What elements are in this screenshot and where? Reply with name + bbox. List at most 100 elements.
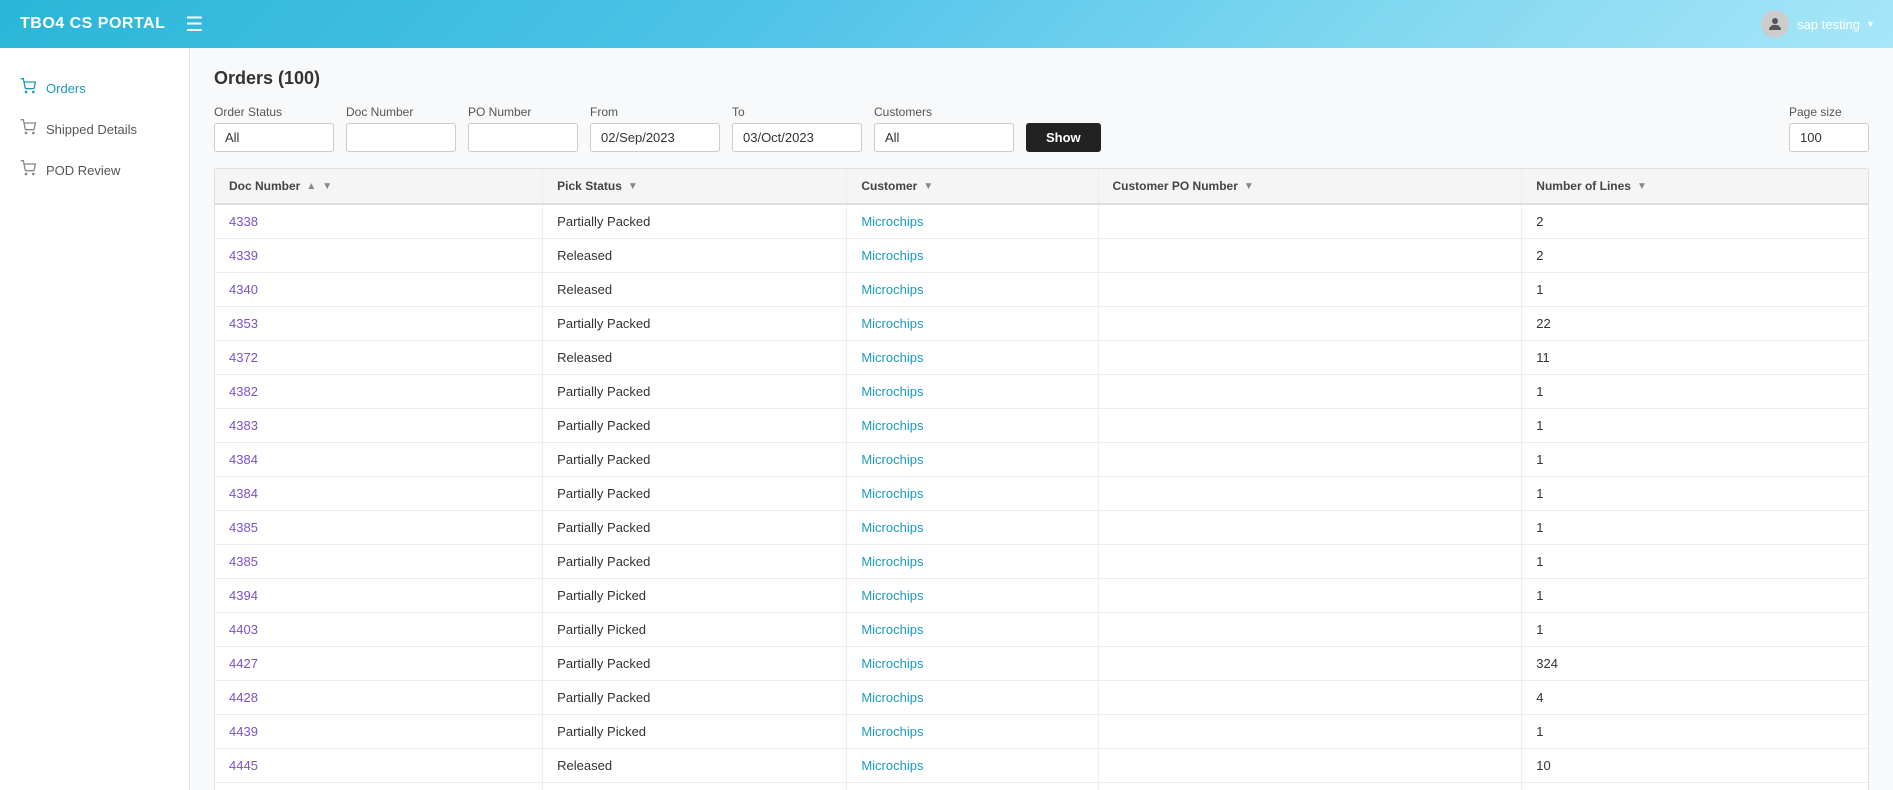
content-area: Orders (100) Order Status Doc Number PO …: [190, 48, 1893, 790]
doc-number-link[interactable]: 4403: [229, 622, 258, 637]
doc-number-link[interactable]: 4372: [229, 350, 258, 365]
col-num-lines: Number of Lines ▼: [1522, 169, 1868, 204]
sidebar-item-shipped-details[interactable]: Shipped Details: [0, 109, 189, 150]
cell-num-lines: 4: [1522, 681, 1868, 715]
cell-pick-status: Partially Packed: [543, 783, 847, 790]
shipped-cart-icon: [20, 119, 36, 140]
doc-number-link[interactable]: 4384: [229, 452, 258, 467]
cell-num-lines: 10: [1522, 749, 1868, 783]
doc-number-link[interactable]: 4428: [229, 690, 258, 705]
cell-pick-status: Released: [543, 341, 847, 375]
doc-number-link[interactable]: 4445: [229, 758, 258, 773]
order-status-label: Order Status: [214, 105, 334, 119]
cell-customer: Microchips: [847, 783, 1098, 790]
cell-customer: Microchips: [847, 477, 1098, 511]
cell-doc-number: 4338: [215, 204, 543, 239]
cell-customer-po: [1098, 579, 1522, 613]
table-row: 4394 Partially Picked Microchips 1: [215, 579, 1868, 613]
cell-customer-po: [1098, 307, 1522, 341]
doc-number-link[interactable]: 4382: [229, 384, 258, 399]
table-row: 4382 Partially Packed Microchips 1: [215, 375, 1868, 409]
cell-customer-po: [1098, 239, 1522, 273]
doc-number-filter: Doc Number: [346, 105, 456, 152]
cell-customer-po: [1098, 477, 1522, 511]
cell-customer: Microchips: [847, 239, 1098, 273]
cell-num-lines: 2: [1522, 239, 1868, 273]
cell-pick-status: Released: [543, 239, 847, 273]
to-input[interactable]: [732, 123, 862, 152]
table-row: 4338 Partially Packed Microchips 2: [215, 204, 1868, 239]
col-doc-number: Doc Number ▲ ▼: [215, 169, 543, 204]
cell-pick-status: Partially Packed: [543, 647, 847, 681]
sidebar-item-pod-review[interactable]: POD Review: [0, 150, 189, 191]
col-doc-number-label: Doc Number: [229, 179, 300, 193]
doc-number-link[interactable]: 4394: [229, 588, 258, 603]
doc-number-link[interactable]: 4439: [229, 724, 258, 739]
cell-customer: Microchips: [847, 204, 1098, 239]
cell-pick-status: Partially Packed: [543, 307, 847, 341]
doc-number-link[interactable]: 4340: [229, 282, 258, 297]
po-number-input[interactable]: [468, 123, 578, 152]
table-row: 4384 Partially Packed Microchips 1: [215, 443, 1868, 477]
doc-number-link[interactable]: 4353: [229, 316, 258, 331]
doc-number-link[interactable]: 4339: [229, 248, 258, 263]
cell-num-lines: 1: [1522, 477, 1868, 511]
table-row: 4439 Partially Picked Microchips 1: [215, 715, 1868, 749]
cell-doc-number: 4428: [215, 681, 543, 715]
cell-doc-number: 4383: [215, 409, 543, 443]
doc-number-input[interactable]: [346, 123, 456, 152]
table-row: 4427 Partially Packed Microchips 324: [215, 647, 1868, 681]
doc-number-link[interactable]: 4385: [229, 554, 258, 569]
cell-customer: Microchips: [847, 443, 1098, 477]
cell-pick-status: Partially Packed: [543, 409, 847, 443]
table-row: 4339 Released Microchips 2: [215, 239, 1868, 273]
doc-number-link[interactable]: 4385: [229, 520, 258, 535]
sidebar-item-orders-label: Orders: [46, 81, 86, 96]
cell-customer: Microchips: [847, 511, 1098, 545]
col-customer: Customer ▼: [847, 169, 1098, 204]
cell-customer: Microchips: [847, 647, 1098, 681]
col-customer-po: Customer PO Number ▼: [1098, 169, 1522, 204]
doc-number-link[interactable]: 4383: [229, 418, 258, 433]
show-button[interactable]: Show: [1026, 123, 1101, 152]
table-row: 4384 Partially Packed Microchips 1: [215, 477, 1868, 511]
cell-num-lines: 1: [1522, 375, 1868, 409]
cell-doc-number: 4394: [215, 579, 543, 613]
cell-customer-po: [1098, 715, 1522, 749]
cell-doc-number: 4353: [215, 307, 543, 341]
from-input[interactable]: [590, 123, 720, 152]
filter-customer-icon[interactable]: ▼: [923, 181, 933, 192]
cell-doc-number: 4340: [215, 273, 543, 307]
cell-customer-po: [1098, 681, 1522, 715]
filter-num-lines-icon[interactable]: ▼: [1637, 181, 1647, 192]
cell-doc-number: 4385: [215, 511, 543, 545]
cell-num-lines: 1: [1522, 273, 1868, 307]
user-menu[interactable]: sap testing ▾: [1761, 10, 1873, 38]
filter-customer-po-icon[interactable]: ▼: [1244, 181, 1254, 192]
customers-filter: Customers: [874, 105, 1014, 152]
cell-customer: Microchips: [847, 579, 1098, 613]
cell-customer-po: [1098, 273, 1522, 307]
filter-pick-status-icon[interactable]: ▼: [628, 181, 638, 192]
hamburger-icon[interactable]: ☰: [185, 12, 203, 37]
order-status-input[interactable]: [214, 123, 334, 152]
sidebar-item-orders[interactable]: Orders: [0, 68, 189, 109]
cell-doc-number: 4385: [215, 545, 543, 579]
page-size-input[interactable]: [1789, 123, 1869, 152]
cell-customer: Microchips: [847, 749, 1098, 783]
customers-input[interactable]: [874, 123, 1014, 152]
doc-number-link[interactable]: 4384: [229, 486, 258, 501]
doc-number-link[interactable]: 4338: [229, 214, 258, 229]
sort-doc-number-icon[interactable]: ▲: [306, 181, 316, 192]
header: TBO4 CS PORTAL ☰ sap testing ▾: [0, 0, 1893, 48]
filter-doc-number-icon[interactable]: ▼: [322, 181, 332, 192]
doc-number-link[interactable]: 4427: [229, 656, 258, 671]
customers-label: Customers: [874, 105, 1014, 119]
page-size-label: Page size: [1789, 105, 1869, 119]
col-pick-status: Pick Status ▼: [543, 169, 847, 204]
cell-num-lines: 1: [1522, 715, 1868, 749]
doc-number-label: Doc Number: [346, 105, 456, 119]
cell-doc-number: 4382: [215, 375, 543, 409]
cell-num-lines: 1: [1522, 545, 1868, 579]
cell-num-lines: 1: [1522, 613, 1868, 647]
